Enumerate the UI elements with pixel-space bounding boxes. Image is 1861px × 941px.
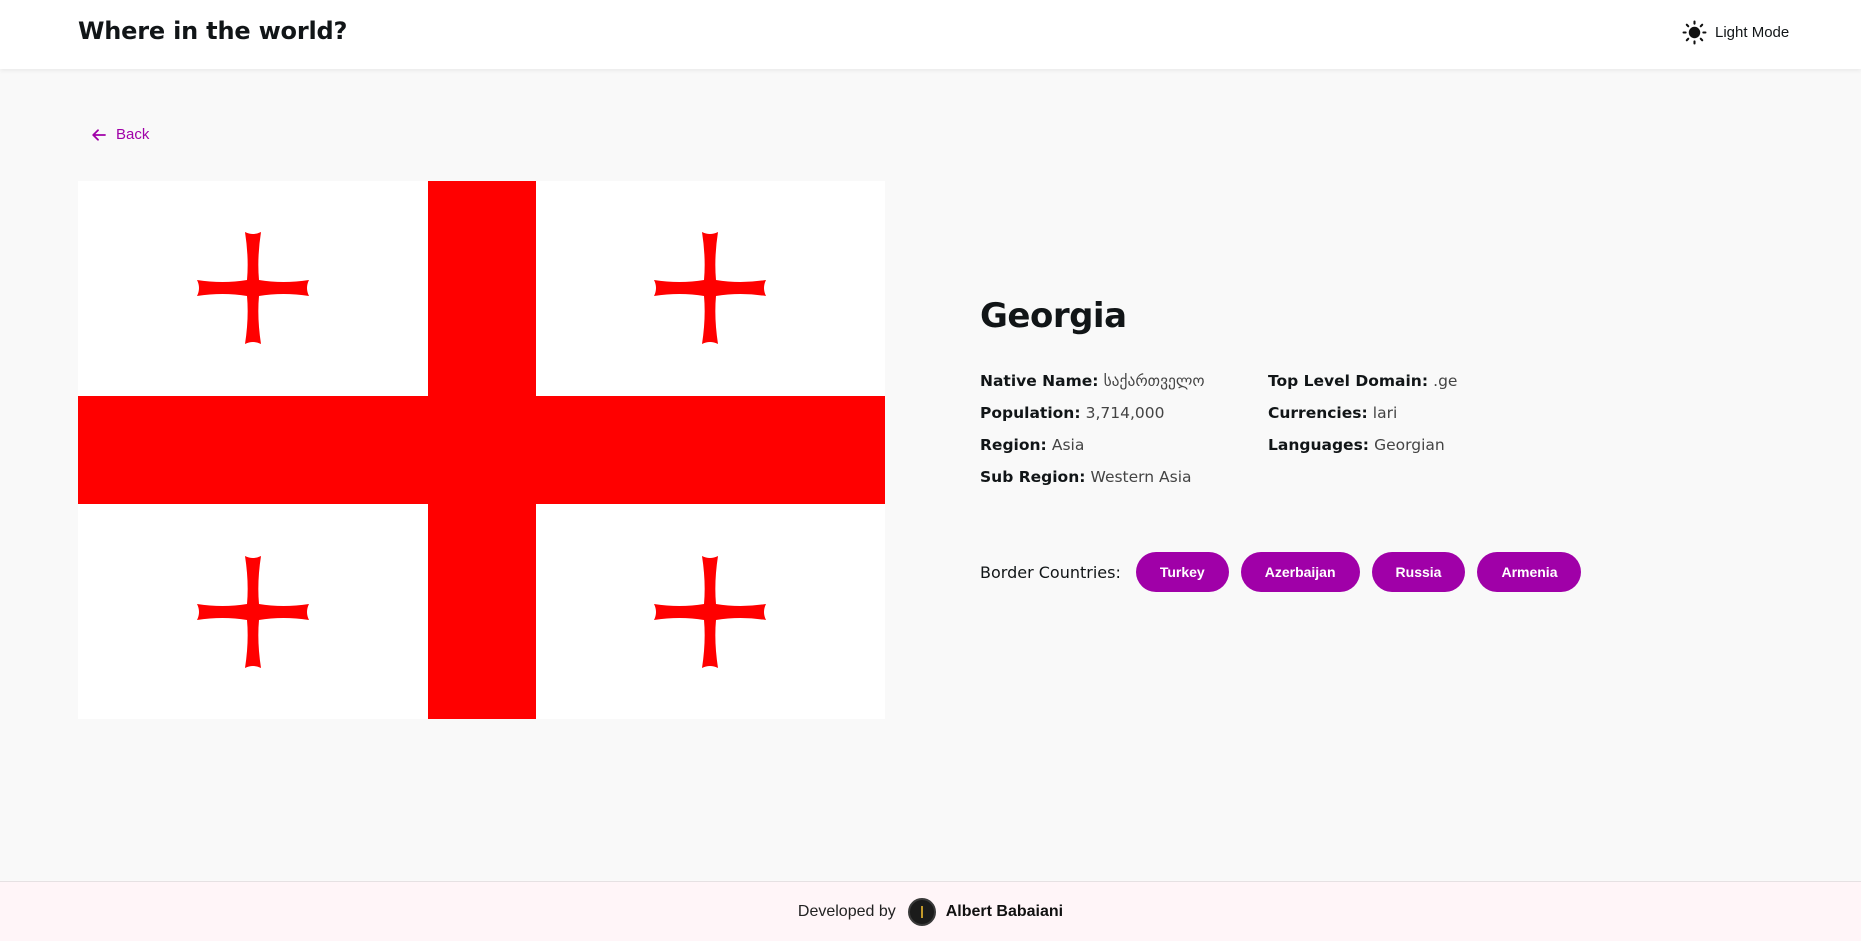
theme-toggle-label: Light Mode bbox=[1715, 24, 1790, 41]
detail-value: Asia bbox=[1051, 436, 1085, 454]
app-footer: Developed by Albert Babaiani bbox=[0, 881, 1861, 941]
detail-region: Region: Asia bbox=[980, 429, 1205, 461]
border-country-button-azerbaijan[interactable]: Azerbaijan bbox=[1240, 552, 1360, 592]
detail-native-name: Native Name: საქართველო bbox=[980, 365, 1205, 397]
border-country-button-russia[interactable]: Russia bbox=[1371, 552, 1466, 592]
detail-key: Region: bbox=[980, 436, 1047, 454]
country-flag-image bbox=[78, 181, 885, 719]
detail-key: Languages: bbox=[1268, 436, 1369, 454]
details-column-left: Native Name: საქართველო Population: 3,71… bbox=[980, 365, 1205, 493]
detail-value: lari bbox=[1372, 404, 1398, 422]
back-button[interactable]: Back bbox=[92, 126, 149, 143]
details-column-right: Top Level Domain: .ge Currencies: lari L… bbox=[1268, 365, 1457, 461]
country-details: Georgia Native Name: საქართველო Populati… bbox=[980, 296, 1457, 486]
author-name[interactable]: Albert Babaiani bbox=[946, 903, 1063, 921]
detail-key: Currencies: bbox=[1268, 404, 1368, 422]
detail-currencies: Currencies: lari bbox=[1268, 397, 1457, 429]
detail-key: Top Level Domain: bbox=[1268, 372, 1429, 390]
app-title: Where in the world? bbox=[78, 17, 348, 45]
detail-languages: Languages: Georgian bbox=[1268, 429, 1457, 461]
avatar bbox=[907, 897, 936, 926]
border-countries-label: Border Countries: bbox=[980, 562, 1121, 582]
detail-value: Georgian bbox=[1374, 436, 1445, 454]
detail-key: Population: bbox=[980, 404, 1081, 422]
border-country-button-turkey[interactable]: Turkey bbox=[1135, 552, 1229, 592]
border-countries: Border Countries: Turkey Azerbaijan Russ… bbox=[980, 552, 1593, 592]
detail-key: Sub Region: bbox=[980, 468, 1086, 486]
back-label: Back bbox=[116, 126, 150, 143]
detail-value: .ge bbox=[1433, 372, 1458, 390]
app-header: Where in the world? Light Mode bbox=[0, 0, 1861, 69]
detail-top-level-domain: Top Level Domain: .ge bbox=[1268, 365, 1457, 397]
detail-sub-region: Sub Region: Western Asia bbox=[980, 461, 1205, 493]
arrow-left-icon bbox=[92, 128, 106, 141]
border-country-button-armenia[interactable]: Armenia bbox=[1477, 552, 1582, 592]
developed-by-label: Developed by bbox=[797, 902, 896, 920]
detail-value: 3,714,000 bbox=[1085, 404, 1165, 422]
detail-key: Native Name: bbox=[980, 372, 1099, 390]
theme-toggle-button[interactable]: Light Mode bbox=[1682, 20, 1789, 45]
sun-icon bbox=[1682, 20, 1707, 45]
detail-value: Western Asia bbox=[1090, 468, 1192, 486]
detail-population: Population: 3,714,000 bbox=[980, 397, 1205, 429]
detail-value: საქართველო bbox=[1103, 372, 1205, 390]
country-name: Georgia bbox=[980, 296, 1127, 336]
